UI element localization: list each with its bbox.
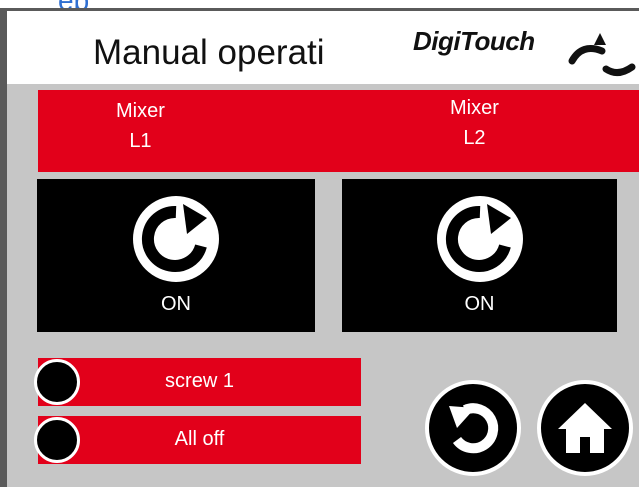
- logo-swoosh-icon: [568, 33, 636, 76]
- rotate-icon: [436, 196, 523, 282]
- mixer-l1-line2: L1: [129, 130, 152, 152]
- all-off-button[interactable]: All off: [34, 416, 361, 464]
- mixer-l1-line1: Mixer: [116, 100, 165, 122]
- mixer-l2-line1: Mixer: [450, 97, 499, 119]
- mixer-header-bar: Mixer L1 Mixer L2: [38, 90, 639, 172]
- screw-1-label: screw 1: [165, 370, 234, 392]
- screw-1-button[interactable]: screw 1: [34, 358, 361, 406]
- mixer-l1-label: Mixer L1: [116, 96, 165, 156]
- home-icon: [558, 403, 612, 453]
- title-bar: Manual operati: [7, 11, 404, 84]
- page-title: Manual operati: [93, 33, 325, 72]
- logo-area: DigiTouch: [404, 11, 639, 84]
- mixer-l1-status: ON: [161, 293, 191, 315]
- rotate-icon: [133, 196, 219, 282]
- mixer-l1-toggle[interactable]: ON: [37, 179, 315, 332]
- mixer-l2-status: ON: [464, 293, 495, 315]
- logo-text: DigiTouch: [413, 26, 535, 56]
- back-button[interactable]: [425, 380, 521, 476]
- mixer-l2-toggle[interactable]: ON: [342, 179, 617, 332]
- back-arrow-icon: [449, 403, 499, 454]
- mixer-l2-line2: L2: [463, 127, 486, 149]
- mixer-l2-label: Mixer L2: [450, 93, 499, 153]
- all-off-label: All off: [174, 428, 225, 450]
- home-button[interactable]: [537, 380, 633, 476]
